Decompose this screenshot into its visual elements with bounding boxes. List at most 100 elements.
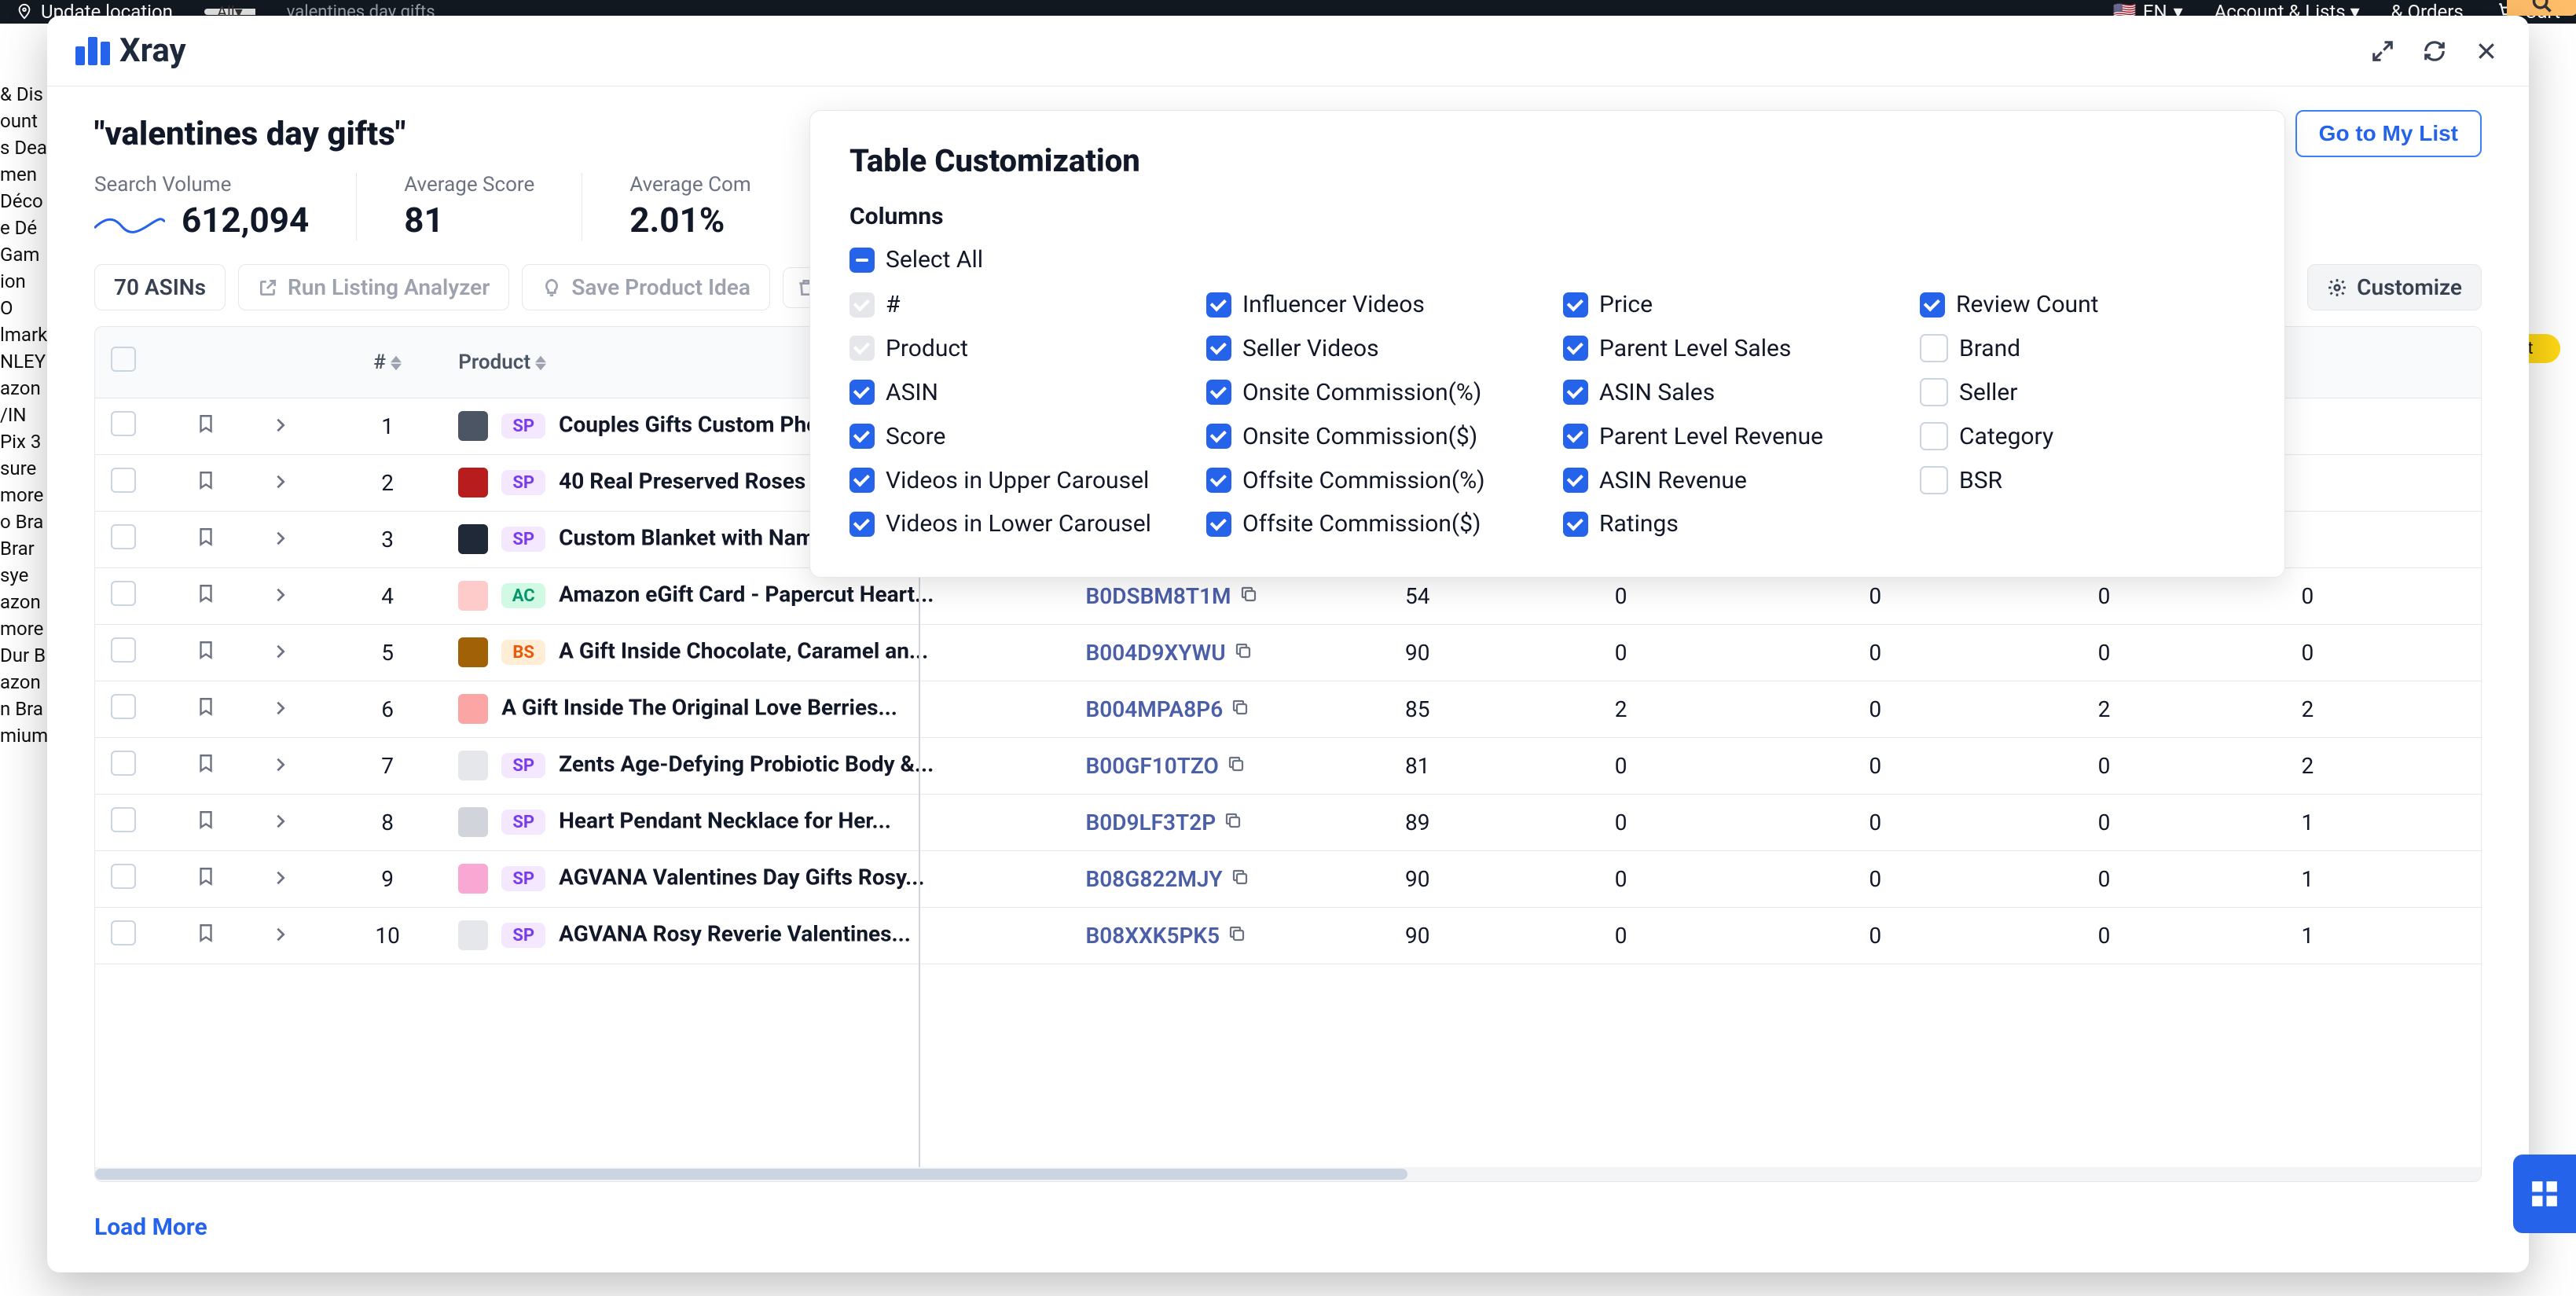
row-checkbox[interactable] [111,864,136,889]
expand-row-button[interactable] [272,923,289,949]
expand-row-button[interactable] [272,470,289,496]
scrollbar-thumb[interactable] [95,1169,1407,1180]
checkbox-icon[interactable] [1206,292,1231,318]
save-product-idea-button[interactable]: Save Product Idea [522,264,770,310]
copy-asin-button[interactable] [1227,754,1246,773]
column-toggle[interactable]: Category [1920,422,2245,450]
column-toggle[interactable]: Parent Level Sales [1563,334,1888,362]
go-to-my-list-button[interactable]: Go to My List [2295,110,2482,157]
bookmark-button[interactable] [196,640,216,666]
column-toggle[interactable]: Videos in Lower Carousel [849,510,1175,538]
row-checkbox[interactable] [111,468,136,493]
column-toggle[interactable]: Seller Videos [1206,334,1532,362]
checkbox-icon[interactable] [1920,422,1948,450]
expand-row-button[interactable] [272,753,289,779]
checkbox-icon[interactable] [1563,292,1588,318]
checkbox-icon[interactable] [1206,336,1231,361]
column-toggle[interactable]: Product [849,334,1175,362]
bookmark-button[interactable] [196,470,216,496]
checkbox-icon[interactable] [1920,334,1948,362]
select-all-checkbox[interactable] [111,347,136,372]
run-listing-analyzer-button[interactable]: Run Listing Analyzer [238,264,509,310]
asin-cell[interactable]: B08XXK5PK5 [1070,907,1341,964]
bookmark-button[interactable] [196,753,216,779]
column-toggle[interactable]: Onsite Commission(%) [1206,378,1532,406]
bookmark-button[interactable] [196,810,216,835]
expand-row-button[interactable] [272,583,289,609]
column-toggle[interactable]: Parent Level Revenue [1563,422,1888,450]
load-more-link[interactable]: Load More [94,1182,2482,1257]
checkbox-icon[interactable] [1563,380,1588,405]
checkbox-icon[interactable] [1206,380,1231,405]
row-checkbox[interactable] [111,751,136,776]
refresh-button[interactable] [2420,37,2449,65]
copy-asin-button[interactable] [1227,924,1246,943]
product-cell[interactable]: SP AGVANA Rosy Reverie Valentines... [442,907,1070,964]
column-toggle[interactable]: Brand [1920,334,2245,362]
row-checkbox[interactable] [111,694,136,719]
row-checkbox[interactable] [111,524,136,549]
product-cell[interactable]: SP AGVANA Valentines Day Gifts Rosy... [442,850,1070,907]
expand-row-button[interactable] [272,810,289,835]
checkbox-icon[interactable] [1920,466,1948,494]
search-button[interactable] [2507,0,2576,16]
copy-asin-button[interactable] [1231,868,1249,887]
copy-asin-button[interactable] [1224,811,1242,830]
checkbox-icon[interactable] [849,424,875,449]
checkbox-icon[interactable] [849,380,875,405]
expand-button[interactable] [2369,37,2397,65]
column-toggle[interactable]: Seller [1920,378,2245,406]
column-toggle[interactable]: Videos in Upper Carousel [849,466,1175,494]
bookmark-button[interactable] [196,923,216,949]
horizontal-scrollbar[interactable] [95,1167,2481,1181]
column-toggle[interactable]: ASIN [849,378,1175,406]
col-pct[interactable] [2409,327,2481,398]
checkbox-icon[interactable] [1206,468,1231,493]
column-toggle[interactable]: BSR [1920,466,2245,494]
checkbox-icon[interactable] [1206,424,1231,449]
column-toggle[interactable]: ASIN Sales [1563,378,1888,406]
select-all-columns-checkbox[interactable] [849,248,875,273]
copy-asin-button[interactable] [1234,641,1253,660]
search-category-all[interactable]: All ▾ [204,9,255,15]
column-toggle[interactable]: # [849,291,1175,318]
column-toggle[interactable]: Influencer Videos [1206,291,1532,318]
bookmark-button[interactable] [196,866,216,892]
checkbox-icon[interactable] [849,336,875,361]
close-button[interactable] [2472,37,2501,65]
expand-row-button[interactable] [272,866,289,892]
row-checkbox[interactable] [111,920,136,945]
column-toggle[interactable]: Ratings [1563,510,1888,538]
checkbox-icon[interactable] [1563,424,1588,449]
asin-cell[interactable]: B0D9LF3T2P [1070,794,1341,850]
column-toggle[interactable]: Offsite Commission($) [1206,510,1532,538]
checkbox-icon[interactable] [849,512,875,537]
row-checkbox[interactable] [111,581,136,606]
asin-cell[interactable]: B004D9XYWU [1070,624,1341,681]
bookmark-button[interactable] [196,413,216,439]
column-toggle[interactable]: Review Count [1920,291,2245,318]
expand-row-button[interactable] [272,527,289,553]
column-toggle[interactable]: Price [1563,291,1888,318]
expand-row-button[interactable] [272,696,289,722]
checkbox-icon[interactable] [1563,336,1588,361]
product-cell[interactable]: A Gift Inside The Original Love Berries.… [442,681,1070,737]
checkbox-icon[interactable] [1920,378,1948,406]
copy-asin-button[interactable] [1231,698,1249,717]
asin-cell[interactable]: B00GF10TZO [1070,737,1341,794]
checkbox-icon[interactable] [1563,512,1588,537]
checkbox-icon[interactable] [1206,512,1231,537]
checkbox-icon[interactable] [849,292,875,318]
column-toggle[interactable]: Onsite Commission($) [1206,422,1532,450]
checkbox-icon[interactable] [1920,292,1945,318]
asin-count-chip[interactable]: 70 ASINs [94,264,226,310]
asin-cell[interactable]: B08G822MJY [1070,850,1341,907]
expand-row-button[interactable] [272,413,289,439]
row-checkbox[interactable] [111,807,136,832]
row-checkbox[interactable] [111,411,136,436]
asin-cell[interactable]: B004MPA8P6 [1070,681,1341,737]
column-toggle[interactable]: Offsite Commission(%) [1206,466,1532,494]
helium10-floating-button[interactable] [2513,1155,2576,1233]
product-cell[interactable]: SP Heart Pendant Necklace for Her... [442,794,1070,850]
column-toggle[interactable]: ASIN Revenue [1563,466,1888,494]
